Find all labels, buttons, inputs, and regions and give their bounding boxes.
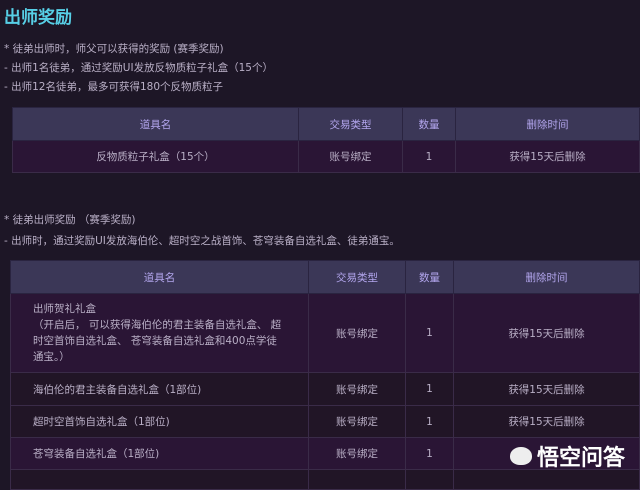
table-row: 出师贺礼礼盒 （开启后， 可以获得海伯伦的君主装备自选礼盒、 超时空首饰自选礼盒、…	[10, 293, 640, 373]
cell-quantity: 1	[405, 293, 454, 373]
watermark: 悟空问答	[510, 440, 625, 472]
cell-item-name: 苍穹装备自选礼盒（1部位)	[10, 437, 309, 470]
cell-delete-time: 获得15天后删除	[453, 405, 640, 438]
cell-trade-type: 账号绑定	[308, 372, 406, 406]
cell-trade-type: 账号绑定	[308, 293, 406, 373]
cell-quantity: 1	[405, 405, 454, 438]
table-header: 道具名 交易类型 数量 删除时间	[12, 107, 640, 141]
table-row	[10, 469, 640, 490]
col-trade-type: 交易类型	[308, 260, 406, 294]
item-note: （开启后， 可以获得海伯伦的君主装备自选礼盒、 超时空首饰自选礼盒、 苍穹装备自…	[33, 319, 282, 363]
watermark-text: 悟空问答	[537, 446, 626, 471]
cell-item-name: 超时空首饰自选礼盒（1部位)	[10, 405, 309, 438]
cell-trade-type: 账号绑定	[308, 437, 406, 470]
col-item-name: 道具名	[10, 260, 309, 294]
cell-delete-time: 获得15天后删除	[453, 372, 640, 406]
item-title: 出师贺礼礼盒	[33, 303, 96, 315]
table-row: 海伯伦的君主装备自选礼盒（1部位) 账号绑定 1 获得15天后删除	[10, 372, 640, 406]
col-trade-type: 交易类型	[298, 107, 403, 141]
col-quantity: 数量	[405, 260, 454, 294]
note-line: - 出师时，通过奖励UI发放海伯伦、超时空之战首饰、苍穹装备自选礼盒、徒弟通宝。	[4, 235, 400, 247]
note-line: - 出师12名徒弟，最多可获得180个反物质粒子	[4, 81, 224, 93]
cell-item-name: 出师贺礼礼盒 （开启后， 可以获得海伯伦的君主装备自选礼盒、 超时空首饰自选礼盒、…	[10, 293, 309, 373]
cell-item-name: 海伯伦的君主装备自选礼盒（1部位)	[10, 372, 309, 406]
table-header: 道具名 交易类型 数量 删除时间	[10, 260, 640, 294]
cell-quantity: 1	[405, 372, 454, 406]
cell-trade-type: 账号绑定	[308, 405, 406, 438]
col-delete-time: 删除时间	[453, 260, 640, 294]
note-line: - 出师1名徒弟，通过奖励UI发放反物质粒子礼盒（15个）	[4, 62, 273, 74]
master-reward-table: 道具名 交易类型 数量 删除时间 反物质粒子礼盒（15个） 账号绑定 1 获得1…	[12, 107, 640, 173]
cell-quantity: 1	[402, 140, 456, 173]
note-line: * 徒弟出师奖励 （赛季奖励)	[4, 214, 136, 226]
cell-delete-time: 获得15天后删除	[455, 140, 640, 173]
cell-trade-type: 账号绑定	[298, 140, 403, 173]
cell-delete-time: 获得15天后删除	[453, 293, 640, 373]
table-row: 反物质粒子礼盒（15个） 账号绑定 1 获得15天后删除	[12, 140, 640, 173]
col-delete-time: 删除时间	[455, 107, 640, 141]
cell-quantity: 1	[405, 437, 454, 470]
col-item-name: 道具名	[12, 107, 299, 141]
col-quantity: 数量	[402, 107, 456, 141]
page-title: 出师奖励	[4, 8, 72, 28]
cell-item-name: 反物质粒子礼盒（15个）	[12, 140, 299, 173]
wukong-logo-icon	[510, 447, 532, 465]
note-line: * 徒弟出师时，师父可以获得的奖励 (赛季奖励)	[4, 43, 224, 55]
table-row: 超时空首饰自选礼盒（1部位) 账号绑定 1 获得15天后删除	[10, 405, 640, 438]
